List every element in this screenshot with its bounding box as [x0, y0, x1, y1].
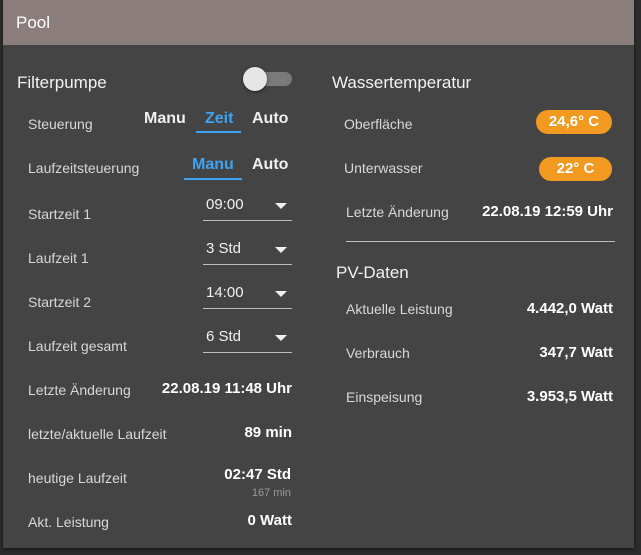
- verbrauch-value: 347,7 Watt: [539, 344, 613, 361]
- startzeit1-value: 09:00: [206, 196, 244, 213]
- chevron-down-icon: [275, 203, 287, 209]
- oberflaeche-label: Oberfläche: [344, 116, 413, 132]
- heutige-laufzeit-label: heutige Laufzeit: [28, 470, 127, 486]
- steuerung-manu-button[interactable]: Manu: [144, 110, 186, 128]
- laufzeit1-select[interactable]: 3 Std: [203, 238, 292, 265]
- steuerung-label: Steuerung: [28, 116, 93, 132]
- steuerung-auto-button[interactable]: Auto: [252, 110, 288, 128]
- aktuelle-laufzeit-value: 89 min: [244, 424, 292, 441]
- chevron-down-icon: [275, 335, 287, 341]
- wasser-letzte-aenderung-value: 22.08.19 12:59 Uhr: [482, 203, 613, 220]
- pool-card: Pool Filterpumpe Steuerung Manu Zeit Aut…: [3, 0, 634, 548]
- filterpumpe-title: Filterpumpe: [17, 73, 107, 92]
- akt-leistung-label: Akt. Leistung: [28, 514, 109, 530]
- laufzeit-gesamt-label: Laufzeit gesamt: [28, 338, 127, 354]
- heutige-laufzeit-minutes: 167 min: [251, 487, 291, 499]
- verbrauch-label: Verbrauch: [346, 345, 410, 361]
- aktuelle-laufzeit-label: letzte/aktuelle Laufzeit: [28, 426, 167, 442]
- chevron-down-icon: [275, 291, 287, 297]
- akt-leistung-value: 0 Watt: [247, 512, 292, 529]
- startzeit2-label: Startzeit 2: [28, 294, 92, 310]
- startzeit1-select[interactable]: 09:00: [203, 194, 292, 221]
- steuerung-active-indicator: [196, 131, 241, 133]
- filter-letzte-aenderung-label: Letzte Änderung: [28, 382, 131, 398]
- laufzeitsteuerung-label: Laufzeitsteuerung: [28, 160, 140, 176]
- unterwasser-temperature-badge: 22° C: [539, 157, 612, 181]
- startzeit2-value: 14:00: [206, 284, 244, 301]
- startzeit1-label: Startzeit 1: [28, 206, 92, 222]
- aktuelle-leistung-value: 4.442,0 Watt: [526, 300, 613, 317]
- chevron-down-icon: [275, 247, 287, 253]
- filter-letzte-aenderung-value: 22.08.19 11:48 Uhr: [161, 380, 292, 397]
- einspeisung-label: Einspeisung: [346, 389, 423, 405]
- pv-daten-title: PV-Daten: [336, 263, 409, 282]
- heutige-laufzeit-value: 02:47 Std: [224, 466, 291, 483]
- laufzeit1-value: 3 Std: [206, 240, 242, 257]
- aktuelle-leistung-label: Aktuelle Leistung: [346, 301, 453, 317]
- laufzeit-gesamt-value: 6 Std: [206, 328, 242, 345]
- wasser-letzte-aenderung-label: Letzte Änderung: [346, 204, 449, 220]
- startzeit2-select[interactable]: 14:00: [203, 282, 292, 309]
- oberflaeche-temperature-badge: 24,6° C: [536, 110, 612, 134]
- filterpumpe-toggle[interactable]: [243, 67, 267, 91]
- laufzeitsteuerung-auto-button[interactable]: Auto: [252, 156, 288, 174]
- unterwasser-label: Unterwasser: [344, 160, 423, 176]
- steuerung-zeit-button[interactable]: Zeit: [205, 110, 233, 128]
- laufzeitsteuerung-active-indicator: [184, 178, 242, 180]
- einspeisung-value: 3.953,5 Watt: [526, 388, 613, 405]
- wassertemperatur-title: Wassertemperatur: [332, 73, 472, 92]
- card-header: Pool: [3, 0, 634, 45]
- laufzeitsteuerung-manu-button[interactable]: Manu: [192, 156, 234, 174]
- laufzeit-gesamt-select[interactable]: 6 Std: [203, 326, 292, 353]
- laufzeit1-label: Laufzeit 1: [28, 250, 89, 266]
- card-title: Pool: [16, 13, 51, 32]
- section-divider: [346, 241, 615, 242]
